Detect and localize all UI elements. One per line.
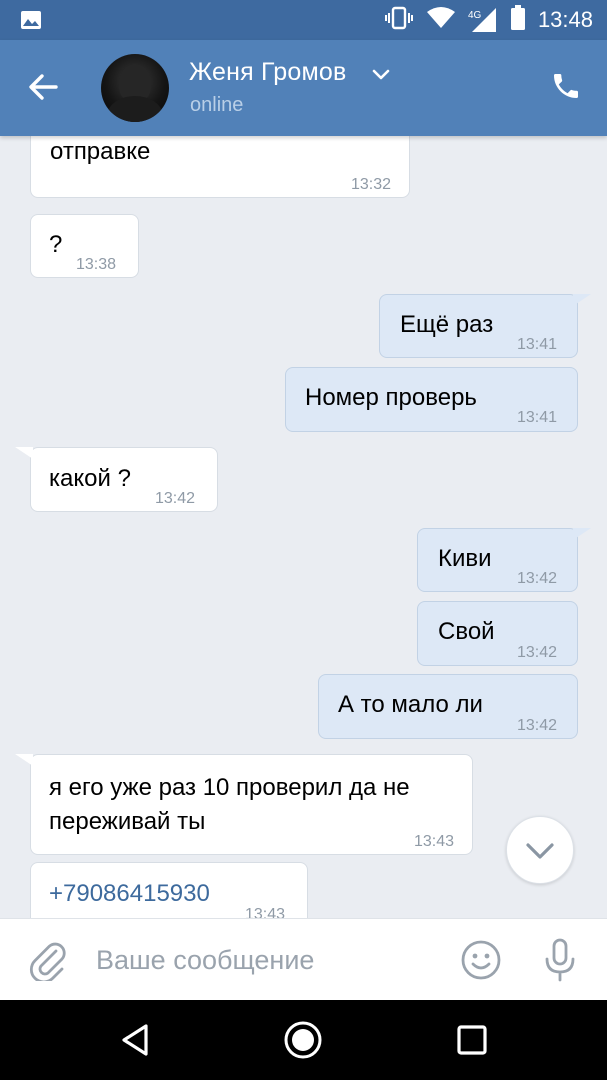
status-time: 13:48 <box>537 7 593 32</box>
message-incoming[interactable]: какой ? 13:42 <box>15 447 218 512</box>
message-text: А то мало ли <box>338 691 483 718</box>
battery-icon <box>510 4 526 36</box>
message-time: 13:42 <box>516 717 557 734</box>
attach-button[interactable] <box>28 939 68 984</box>
microphone-icon <box>545 938 575 982</box>
contact-name[interactable]: Женя Громов <box>189 58 347 87</box>
message-time: 13:38 <box>76 256 117 273</box>
message-text: Ещё раз <box>400 311 494 338</box>
message-input[interactable] <box>96 939 436 981</box>
back-button[interactable] <box>26 70 66 106</box>
message-outgoing[interactable]: Киви 13:42 <box>417 528 591 592</box>
message-outgoing[interactable]: Ещё раз 13:41 <box>379 294 591 358</box>
message-incoming[interactable]: ? 13:38 <box>30 214 139 278</box>
signal-icon: 4G <box>468 7 498 33</box>
vibrate-icon <box>384 6 414 35</box>
message-time: 13:43 <box>245 906 286 918</box>
home-circle-icon <box>284 1021 322 1059</box>
message-time: 13:41 <box>516 409 557 426</box>
message-text: Свой <box>438 618 495 645</box>
message-incoming[interactable]: я его уже раз 10 проверил да не пережива… <box>15 754 473 855</box>
status-bar: 4G 13:48 <box>0 0 607 40</box>
contact-status: online <box>190 94 244 116</box>
message-time: 13:42 <box>516 570 557 587</box>
chevron-down-icon[interactable] <box>372 68 390 86</box>
back-triangle-icon <box>122 1024 148 1056</box>
message-outgoing[interactable]: А то мало ли 13:42 <box>318 674 578 739</box>
nav-back-button[interactable] <box>116 1020 156 1060</box>
message-time: 13:42 <box>155 490 196 507</box>
chat-header: Женя Громов online <box>0 40 607 136</box>
nav-recents-button[interactable] <box>452 1020 492 1060</box>
message-outgoing[interactable]: Свой 13:42 <box>417 601 578 666</box>
message-incoming[interactable]: и все данные преготовил к отправке 13:32 <box>30 136 410 198</box>
scroll-to-bottom-button[interactable] <box>506 816 574 884</box>
avatar[interactable] <box>101 54 169 122</box>
message-text: Номер проверь <box>305 384 477 411</box>
emoji-icon <box>461 940 501 980</box>
chevron-down-icon <box>526 843 554 859</box>
message-time: 13:41 <box>516 336 557 353</box>
message-time: 13:32 <box>350 176 391 193</box>
voice-message-button[interactable] <box>540 937 580 983</box>
message-time: 13:43 <box>413 833 454 850</box>
back-arrow-icon <box>29 74 58 100</box>
message-composer <box>0 918 607 1001</box>
nav-home-button[interactable] <box>283 1020 323 1060</box>
message-text: какой ? <box>49 465 131 492</box>
paperclip-icon <box>30 942 66 984</box>
recents-square-icon <box>457 1025 487 1055</box>
message-incoming[interactable]: +79086415930 13:43 <box>30 862 308 918</box>
call-button[interactable] <box>550 70 586 106</box>
system-nav-bar <box>0 1000 607 1080</box>
message-outgoing[interactable]: Номер проверь 13:41 <box>285 367 578 432</box>
message-text: и все данные преготовил к отправке <box>50 138 151 165</box>
message-time: 13:42 <box>516 644 557 661</box>
message-text: я его уже раз 10 проверил да не пережива… <box>49 774 410 835</box>
phone-number-link[interactable]: +79086415930 <box>49 877 210 911</box>
wifi-icon <box>426 6 456 35</box>
message-text: ? <box>49 231 63 258</box>
message-list[interactable]: и все данные преготовил к отправке 13:32… <box>0 136 607 918</box>
phone-icon <box>554 74 578 98</box>
emoji-button[interactable] <box>460 939 504 983</box>
message-text: Киви <box>438 545 492 572</box>
gallery-icon <box>20 10 42 35</box>
